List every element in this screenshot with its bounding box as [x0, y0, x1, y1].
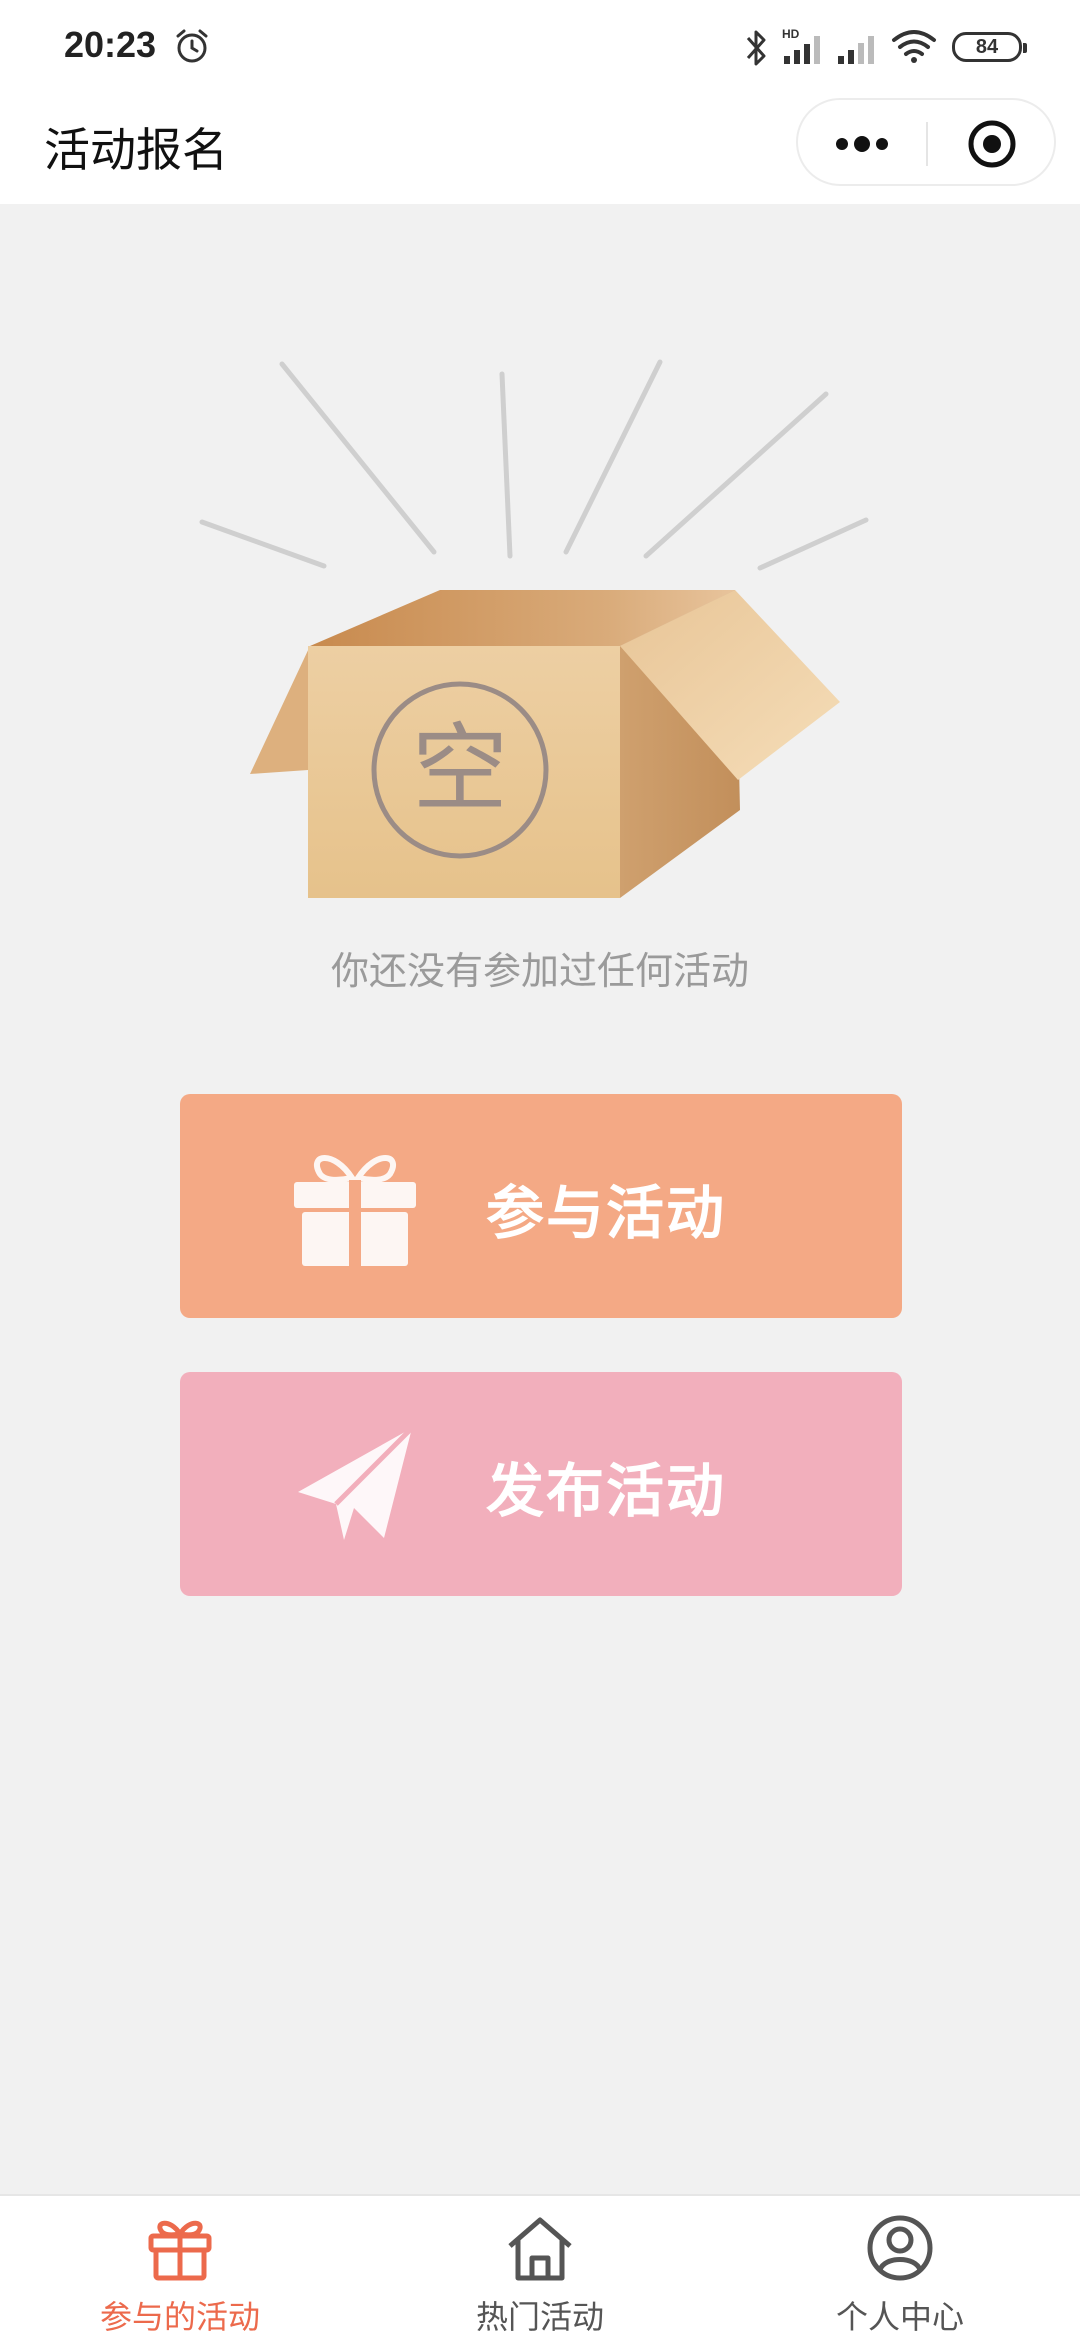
wifi-icon [892, 30, 936, 63]
signal-hd-icon: HD [782, 27, 820, 64]
battery-icon: 84 [952, 32, 1027, 62]
tab-hot-activities[interactable]: 热门活动 [360, 2196, 720, 2340]
more-icon [836, 136, 888, 152]
battery-level: 84 [975, 35, 999, 58]
tab-label: 参与的活动 [99, 2298, 260, 2336]
home-icon [508, 2217, 572, 2281]
empty-message: 你还没有参加过任何活动 [330, 949, 749, 993]
status-bar: 20:23 HD 84 [0, 0, 1080, 92]
empty-badge-text: 空 [412, 713, 508, 825]
svg-text:HD: HD [782, 27, 800, 41]
close-target-icon [968, 120, 1016, 168]
nav-bar: 活动报名 [0, 92, 1080, 204]
open-box-icon: 空 [199, 359, 869, 898]
more-button[interactable] [798, 100, 926, 188]
publish-activity-button[interactable]: 发布活动 [180, 1372, 902, 1596]
tab-label: 个人中心 [835, 2298, 964, 2336]
tab-my-activities[interactable]: 参与的活动 [0, 2196, 360, 2340]
signal-icon [838, 36, 874, 64]
status-time: 20:23 [64, 24, 157, 65]
close-button[interactable] [928, 100, 1056, 188]
capsule-menu [796, 98, 1056, 186]
paper-plane-icon [298, 1426, 414, 1540]
tab-personal-center[interactable]: 个人中心 [720, 2196, 1080, 2340]
gift-icon [294, 1155, 416, 1268]
join-activity-button[interactable]: 参与活动 [180, 1094, 902, 1318]
bluetooth-icon [746, 30, 766, 66]
alarm-icon [176, 29, 208, 63]
gift-icon [148, 2220, 212, 2281]
tab-label: 热门活动 [475, 2298, 604, 2336]
publish-activity-label: 发布活动 [486, 1457, 727, 1525]
tab-bar: 参与的活动 热门活动 个人中心 [0, 2194, 1080, 2340]
join-activity-label: 参与活动 [486, 1179, 727, 1247]
user-icon [867, 2215, 933, 2281]
page-title: 活动报名 [44, 123, 228, 177]
